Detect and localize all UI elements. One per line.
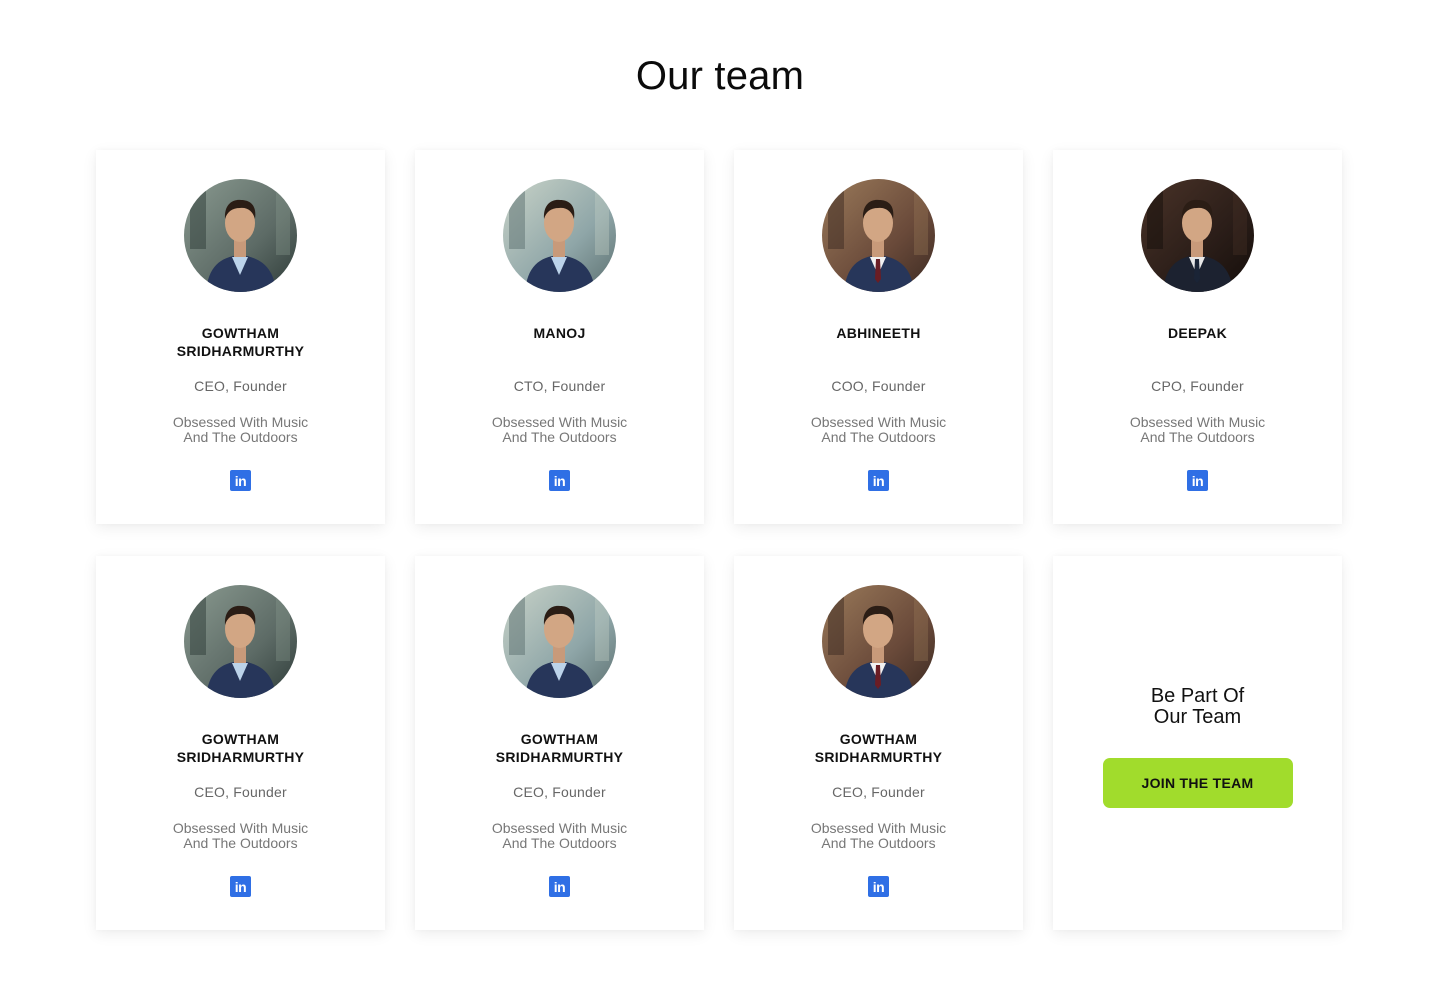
member-avatar (1141, 179, 1254, 292)
member-bio-line2: And The Outdoors (502, 429, 617, 445)
join-heading-line1: Be Part Of (1150, 685, 1245, 707)
join-team-button[interactable]: JOIN THE TEAM (1102, 758, 1293, 808)
member-bio: Obsessed With Music And The Outdoors (1108, 415, 1288, 445)
linkedin-glyph: in (872, 472, 885, 489)
member-bio: Obsessed With Music And The Outdoors (470, 821, 650, 851)
member-avatar (184, 179, 297, 292)
linkedin-icon[interactable]: in (549, 876, 570, 897)
team-member-card: GOWTHAM SRIDHARMURTHY CEO, Founder Obses… (734, 556, 1023, 930)
member-bio-line2: And The Outdoors (502, 835, 617, 851)
member-role: CEO, Founder (513, 784, 606, 800)
member-name-line2: SRIDHARMURTHY (176, 343, 305, 359)
team-member-card: MANOJ CTO, Founder Obsessed With Music A… (415, 150, 704, 524)
member-name: ABHINEETH (779, 324, 979, 362)
member-name-line2: SRIDHARMURTHY (495, 749, 624, 765)
member-avatar (822, 179, 935, 292)
member-bio: Obsessed With Music And The Outdoors (789, 821, 969, 851)
member-role: CEO, Founder (194, 784, 287, 800)
member-name: GOWTHAM SRIDHARMURTHY (460, 730, 660, 768)
member-bio-line1: Obsessed With Music (810, 820, 947, 836)
member-name-line2: SRIDHARMURTHY (176, 749, 305, 765)
linkedin-icon[interactable]: in (549, 470, 570, 491)
member-name: GOWTHAM SRIDHARMURTHY (141, 324, 341, 362)
member-bio-line1: Obsessed With Music (172, 820, 309, 836)
member-name: GOWTHAM SRIDHARMURTHY (141, 730, 341, 768)
member-role: CEO, Founder (194, 378, 287, 394)
member-bio-line2: And The Outdoors (1140, 429, 1255, 445)
member-avatar (503, 179, 616, 292)
member-bio-line1: Obsessed With Music (491, 820, 628, 836)
member-bio: Obsessed With Music And The Outdoors (789, 415, 969, 445)
member-bio-line2: And The Outdoors (183, 835, 298, 851)
member-bio: Obsessed With Music And The Outdoors (151, 415, 331, 445)
join-heading-line2: Our Team (1153, 706, 1242, 728)
linkedin-glyph: in (1191, 472, 1204, 489)
member-name-line1: GOWTHAM (839, 731, 918, 747)
linkedin-icon[interactable]: in (1187, 470, 1208, 491)
linkedin-icon[interactable]: in (868, 470, 889, 491)
linkedin-icon[interactable]: in (230, 470, 251, 491)
member-bio-line2: And The Outdoors (821, 835, 936, 851)
member-name-line1: ABHINEETH (836, 325, 921, 341)
member-name: MANOJ (460, 324, 660, 362)
member-bio: Obsessed With Music And The Outdoors (470, 415, 650, 445)
member-name-line1: MANOJ (533, 325, 586, 341)
linkedin-icon[interactable]: in (868, 876, 889, 897)
linkedin-glyph: in (234, 472, 247, 489)
member-avatar (503, 585, 616, 698)
member-name-line1: GOWTHAM (520, 731, 599, 747)
team-member-card: ABHINEETH COO, Founder Obsessed With Mus… (734, 150, 1023, 524)
team-member-card: GOWTHAM SRIDHARMURTHY CEO, Founder Obses… (96, 556, 385, 930)
member-name-line2: SRIDHARMURTHY (814, 749, 943, 765)
member-avatar (822, 585, 935, 698)
member-bio-line1: Obsessed With Music (1129, 414, 1266, 430)
member-bio-line1: Obsessed With Music (810, 414, 947, 430)
team-member-card: GOWTHAM SRIDHARMURTHY CEO, Founder Obses… (415, 556, 704, 930)
member-bio-line2: And The Outdoors (821, 429, 936, 445)
member-role: CEO, Founder (832, 784, 925, 800)
member-bio: Obsessed With Music And The Outdoors (151, 821, 331, 851)
linkedin-glyph: in (234, 878, 247, 895)
page-title: Our team (635, 54, 805, 98)
linkedin-icon[interactable]: in (230, 876, 251, 897)
join-team-card: Be Part Of Our Team JOIN THE TEAM (1053, 556, 1342, 930)
member-bio-line1: Obsessed With Music (172, 414, 309, 430)
linkedin-glyph: in (553, 878, 566, 895)
team-member-card: DEEPAK CPO, Founder Obsessed With Music … (1053, 150, 1342, 524)
member-name-line1: DEEPAK (1167, 325, 1228, 341)
member-bio-line2: And The Outdoors (183, 429, 298, 445)
member-role: CTO, Founder (513, 378, 606, 394)
member-role: CPO, Founder (1151, 378, 1244, 394)
member-role: COO, Founder (831, 378, 926, 394)
team-grid: GOWTHAM SRIDHARMURTHY CEO, Founder Obses… (96, 150, 1342, 930)
linkedin-glyph: in (553, 472, 566, 489)
join-heading: Be Part Of Our Team (1118, 686, 1278, 728)
member-name-line1: GOWTHAM (201, 731, 280, 747)
linkedin-glyph: in (872, 878, 885, 895)
member-bio-line1: Obsessed With Music (491, 414, 628, 430)
team-member-card: GOWTHAM SRIDHARMURTHY CEO, Founder Obses… (96, 150, 385, 524)
member-name-line1: GOWTHAM (201, 325, 280, 341)
member-name: GOWTHAM SRIDHARMURTHY (779, 730, 979, 768)
member-name: DEEPAK (1098, 324, 1298, 362)
member-avatar (184, 585, 297, 698)
